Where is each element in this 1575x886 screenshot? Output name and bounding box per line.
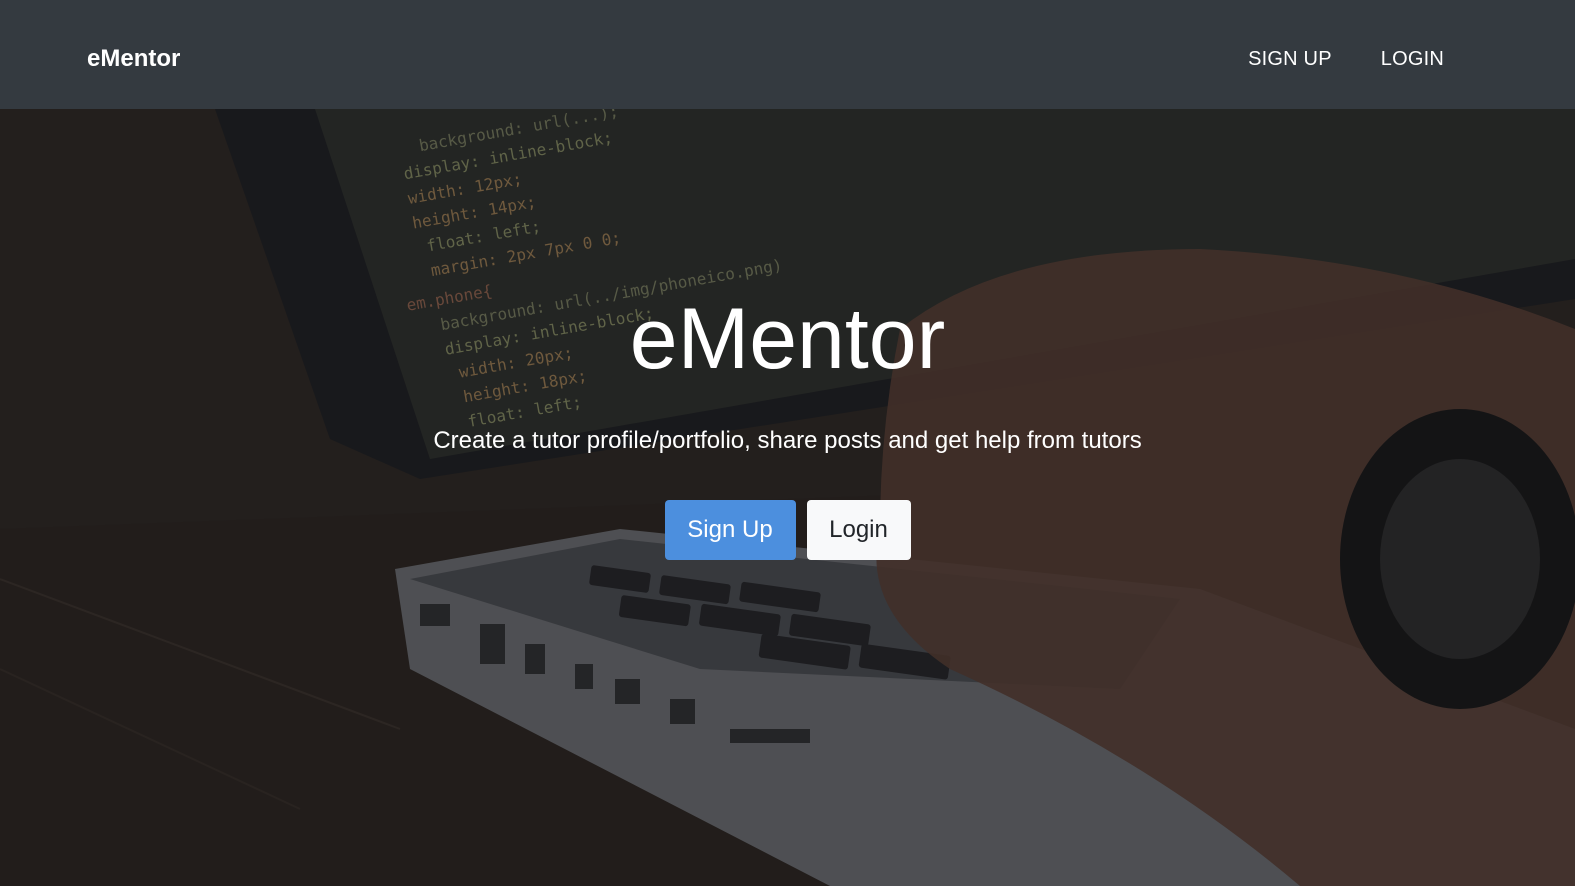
nav-login-link[interactable]: LOGIN <box>1381 44 1444 74</box>
hero-title: eMentor <box>629 291 946 387</box>
hero-subtitle: Create a tutor profile/portfolio, share … <box>433 427 1142 454</box>
navbar: eMentor SIGN UP LOGIN <box>0 0 1575 109</box>
hero-login-button[interactable]: Login <box>806 500 911 560</box>
nav-signup-link[interactable]: SIGN UP <box>1248 44 1332 74</box>
nav-links: SIGN UP LOGIN <box>1248 44 1444 74</box>
hero-button-group: Sign Up Login <box>0 500 1575 560</box>
hero-section: background: url(...); display: inline-bl… <box>0 109 1575 886</box>
brand-logo-link[interactable]: eMentor <box>87 44 180 74</box>
hero-signup-button[interactable]: Sign Up <box>664 500 796 560</box>
hero-overlay <box>0 109 1575 886</box>
